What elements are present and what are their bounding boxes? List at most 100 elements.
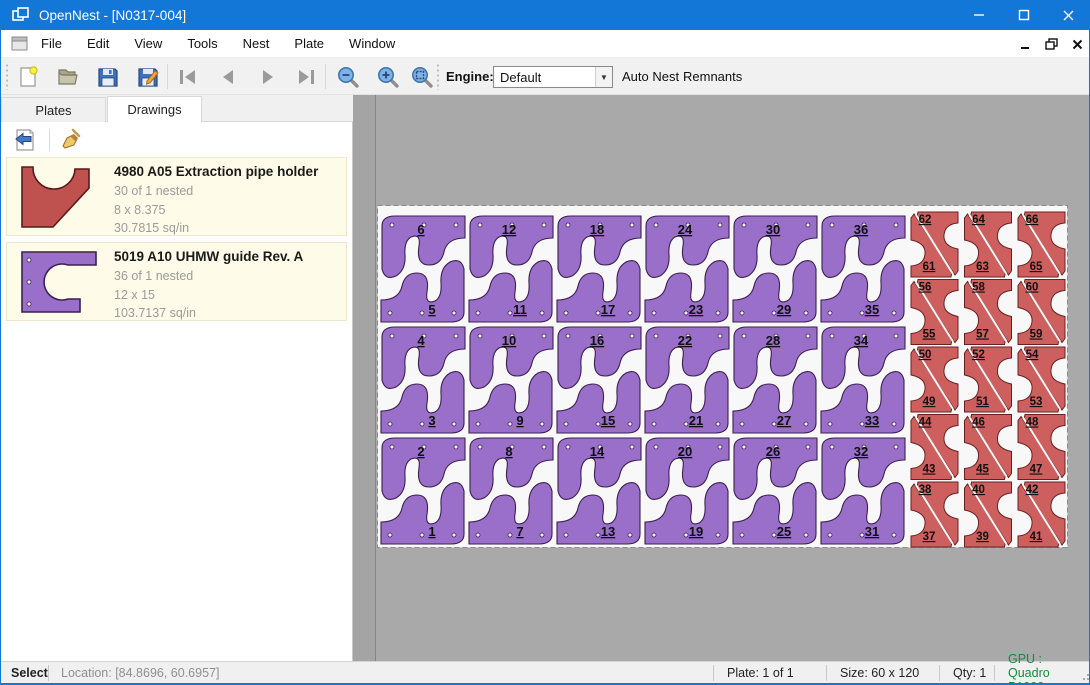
first-plate-button[interactable]: [173, 62, 203, 92]
svg-text:60: 60: [1026, 282, 1039, 294]
nav-first-icon: [176, 65, 200, 89]
svg-text:28: 28: [766, 333, 780, 348]
save-as-button[interactable]: [133, 62, 163, 92]
zoom-in-button[interactable]: [373, 62, 403, 92]
engine-select[interactable]: Default ▼: [493, 66, 613, 88]
svg-text:51: 51: [976, 396, 989, 408]
next-plate-button[interactable]: [253, 62, 283, 92]
nav-last-icon: [294, 65, 318, 89]
nest-plate-svg[interactable]: 6512111817242330293635431091615222128273…: [377, 205, 1068, 548]
resize-grip[interactable]: [1081, 672, 1089, 680]
mdi-minimize-button[interactable]: [1017, 36, 1033, 52]
menu-nest[interactable]: Nest: [231, 31, 282, 56]
remnants-button[interactable]: Remnants: [683, 69, 742, 84]
svg-text:64: 64: [972, 214, 985, 226]
menu-window[interactable]: Window: [337, 31, 407, 56]
clean-broom-icon: [59, 128, 83, 152]
svg-text:38: 38: [919, 484, 932, 496]
svg-text:25: 25: [777, 524, 791, 539]
svg-text:26: 26: [766, 444, 780, 459]
mdi-close-button[interactable]: [1069, 36, 1085, 52]
status-location: Location: [84.8696, 60.6957]: [51, 662, 229, 684]
drawings-toolbar: [1, 124, 352, 156]
nest-canvas[interactable]: 6512111817242330293635431091615222128273…: [375, 95, 1090, 661]
drawing-list-item[interactable]: 5019 A10 UHMW guide Rev. A 36 of 1 neste…: [6, 242, 347, 321]
panel-splitter[interactable]: [353, 95, 375, 661]
svg-text:5: 5: [428, 302, 435, 317]
clean-button[interactable]: [57, 126, 85, 154]
save-button[interactable]: [93, 62, 123, 92]
svg-text:57: 57: [976, 329, 989, 341]
svg-text:65: 65: [1030, 261, 1043, 273]
save-as-icon: [136, 65, 160, 89]
toolbar-grip[interactable]: [436, 63, 440, 90]
status-plate: Plate: 1 of 1: [717, 662, 804, 684]
svg-text:20: 20: [678, 444, 692, 459]
import-drawing-icon: [13, 128, 37, 152]
svg-text:40: 40: [972, 484, 985, 496]
svg-text:37: 37: [923, 531, 936, 543]
svg-text:14: 14: [590, 444, 605, 459]
import-drawing-button[interactable]: [11, 126, 39, 154]
svg-text:49: 49: [923, 396, 936, 408]
engine-label: Engine:: [446, 69, 494, 84]
new-file-button[interactable]: [13, 62, 43, 92]
svg-text:61: 61: [923, 261, 936, 273]
menu-file[interactable]: File: [29, 31, 74, 56]
svg-text:7: 7: [516, 524, 523, 539]
last-plate-button[interactable]: [291, 62, 321, 92]
status-separator: [713, 665, 714, 681]
drawings-panel: 4980 A05 Extraction pipe holder 30 of 1 …: [1, 122, 353, 661]
drawing-size: 12 x 15: [114, 286, 303, 305]
nav-prev-icon: [216, 65, 240, 89]
menu-view[interactable]: View: [122, 31, 174, 56]
svg-text:62: 62: [919, 214, 932, 226]
svg-text:30: 30: [766, 222, 780, 237]
toolbar-separator: [167, 64, 168, 89]
menu-bar: File Edit View Tools Nest Plate Window: [1, 30, 1090, 58]
window-title: OpenNest - [N0317-004]: [39, 8, 186, 23]
svg-text:4: 4: [417, 333, 425, 348]
open-file-button[interactable]: [53, 62, 83, 92]
tab-drawings[interactable]: Drawings: [107, 96, 202, 123]
svg-text:18: 18: [590, 222, 604, 237]
maximize-button[interactable]: [1001, 0, 1046, 30]
minimize-button[interactable]: [956, 0, 1001, 30]
toolbar-grip[interactable]: [5, 63, 9, 90]
mdi-restore-button[interactable]: [1043, 36, 1059, 52]
close-button[interactable]: [1046, 0, 1090, 30]
drawing-area: 30.7815 sq/in: [114, 219, 318, 238]
svg-text:47: 47: [1030, 464, 1043, 476]
svg-text:6: 6: [417, 222, 424, 237]
menu-plate[interactable]: Plate: [282, 31, 336, 56]
chevron-down-icon[interactable]: ▼: [595, 67, 612, 87]
svg-text:43: 43: [923, 464, 936, 476]
svg-text:29: 29: [777, 302, 791, 317]
svg-text:19: 19: [689, 524, 703, 539]
auto-nest-button[interactable]: Auto Nest: [622, 69, 679, 84]
tab-plates[interactable]: Plates: [1, 97, 106, 122]
status-gpu: GPU : Quadro P1000: [998, 662, 1090, 684]
svg-text:58: 58: [972, 282, 985, 294]
drawing-area: 103.7137 sq/in: [114, 304, 303, 323]
svg-text:31: 31: [865, 524, 879, 539]
status-bar: Select Location: [84.8696, 60.6957] Plat…: [1, 661, 1090, 683]
svg-text:2: 2: [417, 444, 424, 459]
menu-tools[interactable]: Tools: [175, 31, 229, 56]
svg-text:24: 24: [678, 222, 693, 237]
mdi-document-icon[interactable]: [11, 36, 28, 51]
drawing-list-item[interactable]: 4980 A05 Extraction pipe holder 30 of 1 …: [6, 157, 347, 236]
menu-edit[interactable]: Edit: [75, 31, 121, 56]
panel-toolbar-separator: [49, 129, 50, 151]
zoom-out-button[interactable]: [333, 62, 363, 92]
svg-text:35: 35: [865, 302, 879, 317]
svg-text:10: 10: [502, 333, 516, 348]
prev-plate-button[interactable]: [213, 62, 243, 92]
zoom-fit-button[interactable]: [407, 62, 437, 92]
status-mode: Select: [1, 662, 58, 684]
status-separator: [826, 665, 827, 681]
status-separator: [48, 665, 49, 681]
svg-text:23: 23: [689, 302, 703, 317]
new-file-icon: [16, 65, 40, 89]
svg-text:63: 63: [976, 261, 989, 273]
